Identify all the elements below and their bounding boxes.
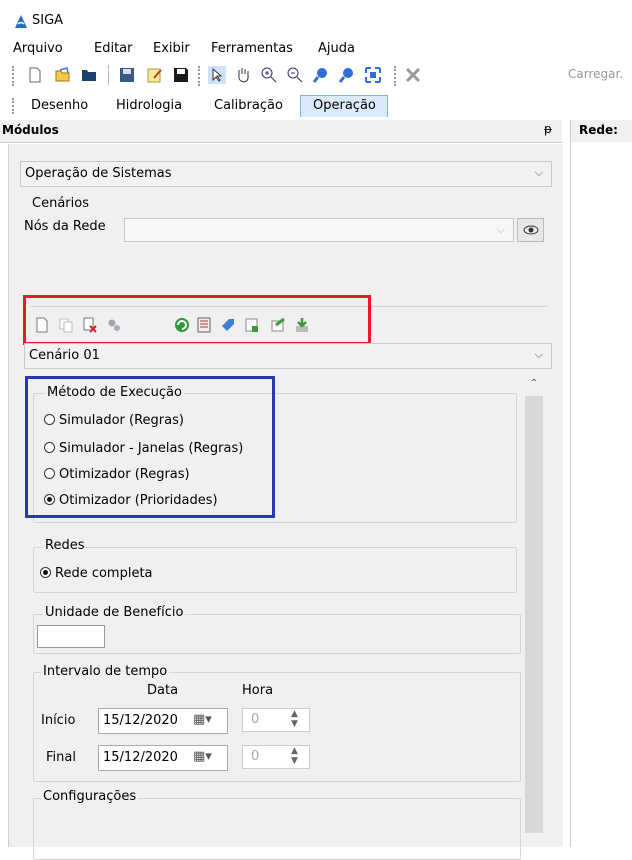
nos-da-rede-select[interactable]: ⌵ <box>124 218 514 242</box>
chevron-down-icon: ⌵ <box>534 166 543 179</box>
toolbar-separator <box>108 65 109 85</box>
final-date-picker[interactable]: 15/12/2020 ▦▾ <box>98 745 228 771</box>
unidade-group <box>33 614 521 654</box>
scenario-select[interactable]: Cenário 01 ⌵ <box>24 343 552 369</box>
app-title: SIGA <box>32 13 64 28</box>
rede-title: Rede: <box>579 123 618 137</box>
toolbar-grip[interactable] <box>12 66 17 86</box>
redes-label: Redes <box>43 538 87 553</box>
pointer-icon[interactable] <box>208 66 226 84</box>
toolbar-grip[interactable] <box>394 66 399 86</box>
metodo-highlight <box>25 376 275 518</box>
chevron-down-icon: ⌵ <box>534 348 543 361</box>
pan-hand-icon[interactable] <box>234 66 252 84</box>
tools-icon[interactable] <box>404 66 422 84</box>
tab-desenho[interactable]: Desenho <box>31 96 88 118</box>
menu-exibir[interactable]: Exibir <box>153 41 190 56</box>
radio-rede-completa[interactable]: Rede completa <box>40 566 153 581</box>
menu-ajuda[interactable]: Ajuda <box>318 41 355 56</box>
menu-ferramentas[interactable]: Ferramentas <box>211 41 293 56</box>
carregar-button[interactable]: Carregar. <box>568 67 623 81</box>
rede-panel-header: Rede: <box>570 120 632 142</box>
tab-operacao[interactable]: Operação <box>300 95 388 117</box>
modules-panel-header: Módulos ᵽ <box>0 120 562 143</box>
radio-dot-selected <box>40 567 51 578</box>
tabs-grip[interactable] <box>12 98 17 114</box>
zoom-in-icon[interactable] <box>260 66 278 84</box>
fit-view-icon[interactable] <box>364 66 382 84</box>
calendar-icon[interactable]: ▦▾ <box>193 749 212 764</box>
module-select[interactable]: Operação de Sistemas ⌵ <box>20 161 552 187</box>
unidade-label: Unidade de Benefício <box>43 605 186 620</box>
main-toolbar: Carregar. <box>0 60 632 90</box>
new-file-icon[interactable] <box>26 66 44 84</box>
view-nodes-button[interactable] <box>517 218 544 242</box>
scenario-toolbar-highlight <box>23 295 371 345</box>
spinner-arrows-icon[interactable]: ▲ ▼ <box>291 709 298 729</box>
rede-canvas[interactable] <box>570 142 632 847</box>
toolbar-grip[interactable] <box>198 66 203 86</box>
chevron-down-icon: ⌵ <box>496 223 505 236</box>
tab-calibracao[interactable]: Calibração <box>214 96 283 118</box>
module-tabs: Desenho Hidrologia Calibração Operação <box>0 92 632 120</box>
inicio-label: Início <box>41 713 76 728</box>
edit-note-icon[interactable] <box>146 66 164 84</box>
zoom-area-icon[interactable] <box>312 66 330 84</box>
menu-arquivo[interactable]: Arquivo <box>13 41 63 56</box>
folder-icon[interactable] <box>80 66 98 84</box>
pin-icon[interactable]: ᵽ <box>544 122 552 136</box>
save-icon[interactable] <box>118 66 136 84</box>
scenario-select-value: Cenário 01 <box>29 348 100 363</box>
nos-da-rede-label: Nós da Rede <box>22 219 108 234</box>
zoom-out-icon[interactable] <box>286 66 304 84</box>
modules-title: Módulos <box>2 123 59 137</box>
save-all-icon[interactable] <box>172 66 190 84</box>
data-column-header: Data <box>147 683 179 698</box>
spinner-arrows-icon[interactable]: ▲ ▼ <box>291 746 298 766</box>
final-label: Final <box>46 750 76 765</box>
calendar-icon[interactable]: ▦▾ <box>193 712 212 727</box>
scroll-up-icon[interactable]: ⌃ <box>525 378 543 396</box>
hora-column-header: Hora <box>242 683 274 698</box>
eye-icon <box>523 225 539 235</box>
intervalo-label: Intervalo de tempo <box>41 664 170 679</box>
cenarios-label: Cenários <box>30 196 91 211</box>
open-folder-icon[interactable] <box>54 66 72 84</box>
inicio-hora-spinner[interactable]: 0 ▲ ▼ <box>242 708 310 732</box>
configuracoes-group <box>33 798 521 860</box>
menu-bar: Arquivo Editar Exibir Ferramentas Ajuda <box>0 38 632 60</box>
unidade-input[interactable] <box>37 625 105 648</box>
module-select-value: Operação de Sistemas <box>25 166 172 181</box>
final-hora-spinner[interactable]: 0 ▲ ▼ <box>242 745 310 769</box>
panel-scrollbar[interactable]: ⌃ <box>525 378 543 833</box>
title-bar: SIGA <box>0 0 632 38</box>
menu-editar[interactable]: Editar <box>94 41 133 56</box>
configuracoes-label: Configurações <box>41 789 139 804</box>
zoom-extent-icon[interactable] <box>338 66 356 84</box>
inicio-date-picker[interactable]: 15/12/2020 ▦▾ <box>98 708 228 734</box>
siga-logo-icon <box>15 15 27 28</box>
tab-hidrologia[interactable]: Hidrologia <box>116 96 182 118</box>
